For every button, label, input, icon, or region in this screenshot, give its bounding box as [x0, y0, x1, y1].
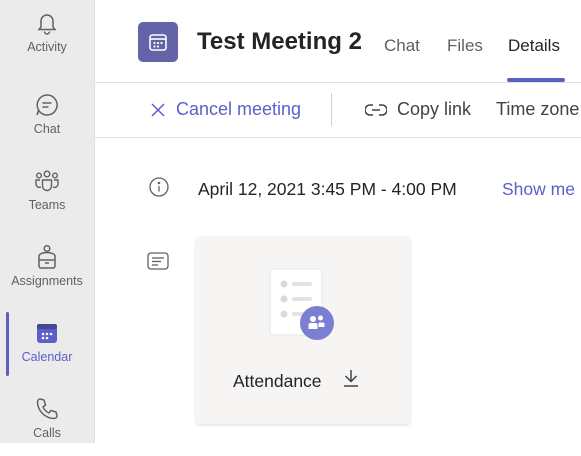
tab-details[interactable]: Details — [508, 36, 560, 56]
rail-item-activity[interactable]: Activity — [0, 0, 94, 70]
chat-icon — [32, 90, 62, 120]
app-rail: Activity Chat Teams Assignments Calendar… — [0, 0, 95, 443]
tab-chat[interactable]: Chat — [384, 36, 420, 56]
info-icon — [148, 176, 170, 198]
rail-item-label: Chat — [33, 122, 61, 136]
rail-item-label: Teams — [28, 198, 66, 212]
meeting-calendar-icon — [138, 22, 178, 62]
meeting-header: Test Meeting 2 Chat Files Details — [95, 0, 581, 83]
toolbar-divider — [331, 93, 332, 126]
copy-link-button[interactable]: Copy link — [365, 99, 471, 120]
download-icon[interactable] — [342, 368, 360, 393]
show-more-link[interactable]: Show me — [502, 179, 575, 200]
rail-item-label: Calls — [33, 426, 61, 440]
page-title: Test Meeting 2 — [197, 28, 362, 55]
calendar-icon — [32, 318, 62, 348]
active-tab-indicator — [507, 78, 565, 82]
attendance-card[interactable]: Attendance — [196, 237, 410, 424]
bell-icon — [32, 8, 62, 38]
notes-icon — [147, 252, 169, 275]
rail-item-label: Calendar — [21, 350, 73, 364]
time-zone-label: Time zone — [496, 99, 580, 119]
rail-item-teams[interactable]: Teams — [0, 158, 94, 228]
teams-icon — [32, 166, 62, 196]
rail-item-label: Assignments — [11, 274, 83, 288]
rail-item-chat[interactable]: Chat — [0, 82, 94, 152]
assignments-icon — [32, 242, 62, 272]
rail-item-calls[interactable]: Calls — [0, 386, 94, 456]
rail-item-calendar[interactable]: Calendar — [0, 310, 94, 380]
cancel-meeting-label: Cancel meeting — [176, 99, 302, 119]
phone-icon — [32, 394, 62, 424]
meeting-datetime: April 12, 2021 3:45 PM - 4:00 PM — [198, 179, 457, 199]
meeting-toolbar: Cancel meeting Copy link Time zone — [95, 83, 581, 138]
rail-item-label: Activity — [27, 40, 67, 54]
link-icon — [365, 103, 387, 117]
attendance-report-icon — [268, 267, 338, 352]
cancel-meeting-button[interactable]: Cancel meeting — [150, 99, 301, 120]
rail-item-assignments[interactable]: Assignments — [0, 234, 94, 304]
close-icon — [150, 102, 166, 118]
copy-link-label: Copy link — [397, 99, 472, 119]
tab-files[interactable]: Files — [447, 36, 483, 56]
attendance-label: Attendance — [233, 371, 322, 391]
time-zone-button[interactable]: Time zone — [496, 99, 579, 120]
